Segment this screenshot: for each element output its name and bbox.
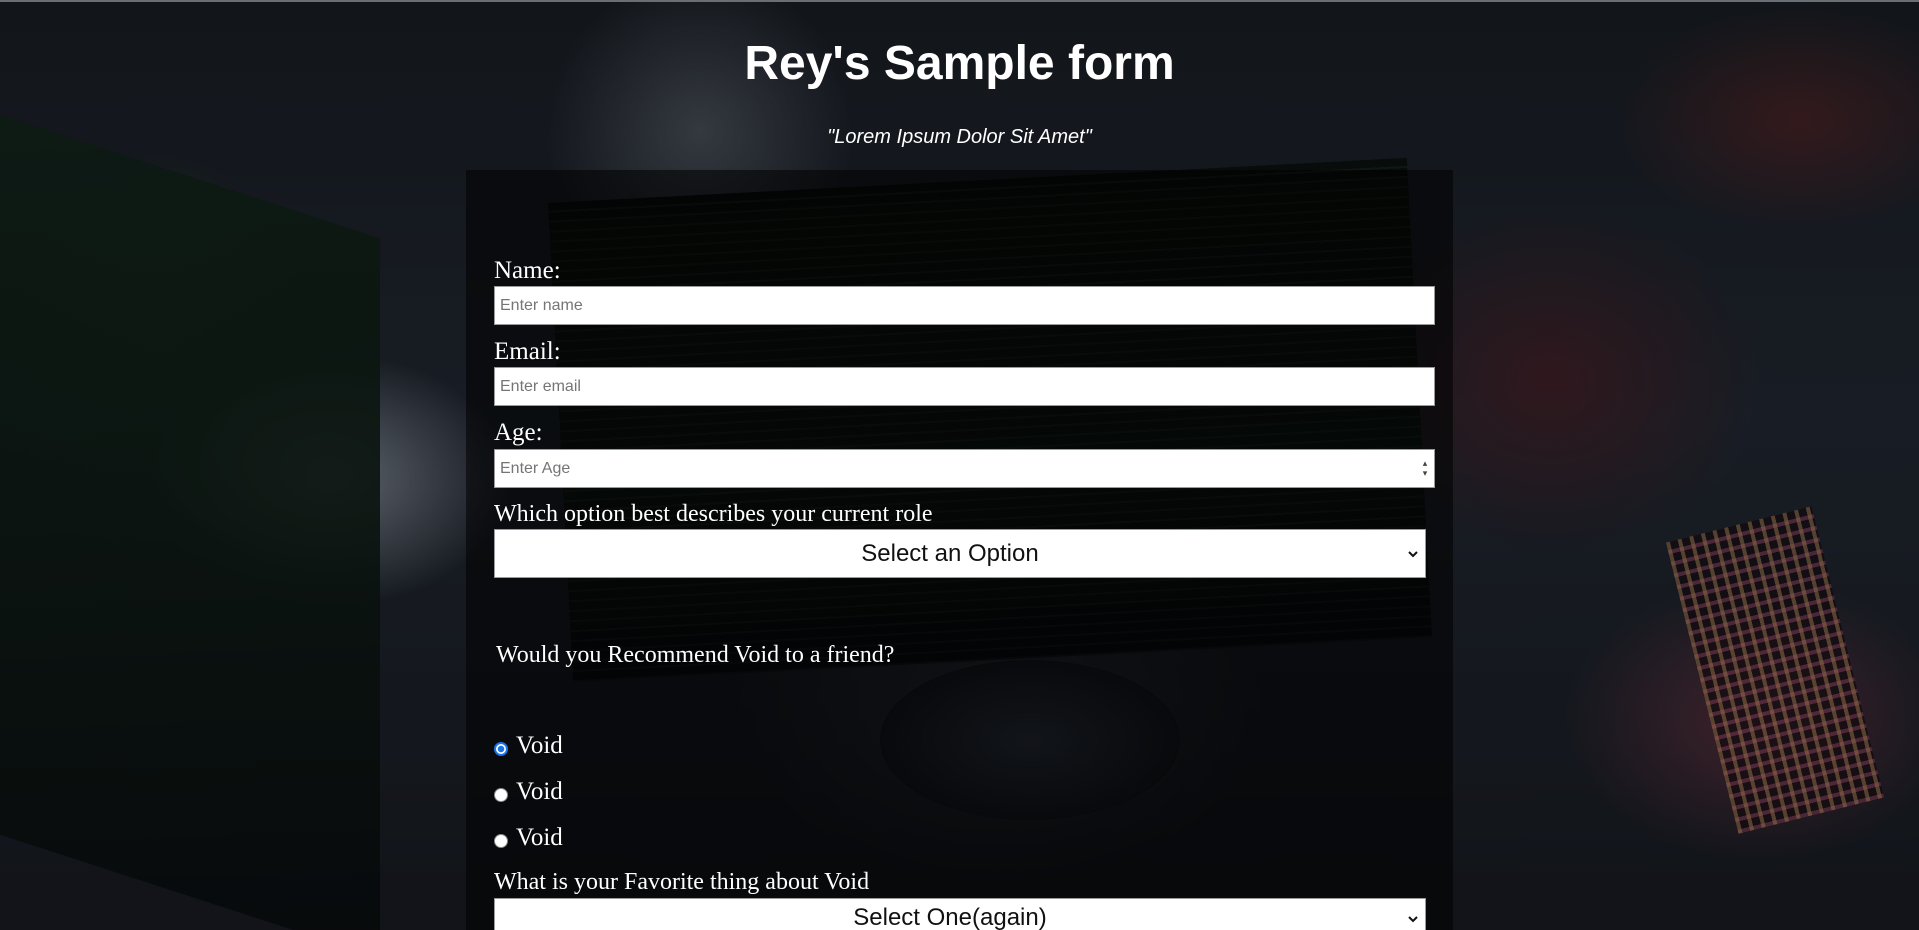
chevron-down-icon bbox=[1408, 916, 1418, 923]
email-label: Email: bbox=[494, 338, 561, 365]
radio-label: Void bbox=[516, 824, 563, 851]
favorite-label: What is your Favorite thing about Void bbox=[494, 869, 870, 895]
radio-button[interactable] bbox=[494, 788, 508, 802]
age-spinner-icon[interactable]: ▴ ▾ bbox=[1418, 459, 1432, 481]
chevron-down-icon bbox=[1408, 551, 1418, 558]
top-border bbox=[0, 0, 1919, 2]
name-input[interactable] bbox=[494, 286, 1435, 325]
favorite-select-value: Select One(again) bbox=[853, 904, 1047, 930]
role-select[interactable]: Select an Option bbox=[494, 529, 1426, 578]
age-label: Age: bbox=[494, 419, 543, 446]
age-input[interactable] bbox=[494, 449, 1435, 488]
radio-label: Void bbox=[516, 778, 563, 805]
email-input[interactable] bbox=[494, 367, 1435, 406]
radio-button-checked[interactable] bbox=[494, 742, 508, 756]
radio-label: Void bbox=[516, 732, 563, 759]
name-label: Name: bbox=[494, 257, 561, 284]
page-subtitle: "Lorem Ipsum Dolor Sit Amet" bbox=[827, 126, 1092, 148]
recommend-question: Would you Recommend Void to a friend? bbox=[496, 642, 895, 668]
role-select-value: Select an Option bbox=[861, 540, 1039, 567]
role-label: Which option best describes your current… bbox=[494, 501, 933, 527]
radio-button[interactable] bbox=[494, 834, 508, 848]
page-title: Rey's Sample form bbox=[744, 37, 1175, 90]
favorite-select[interactable]: Select One(again) bbox=[494, 898, 1426, 930]
